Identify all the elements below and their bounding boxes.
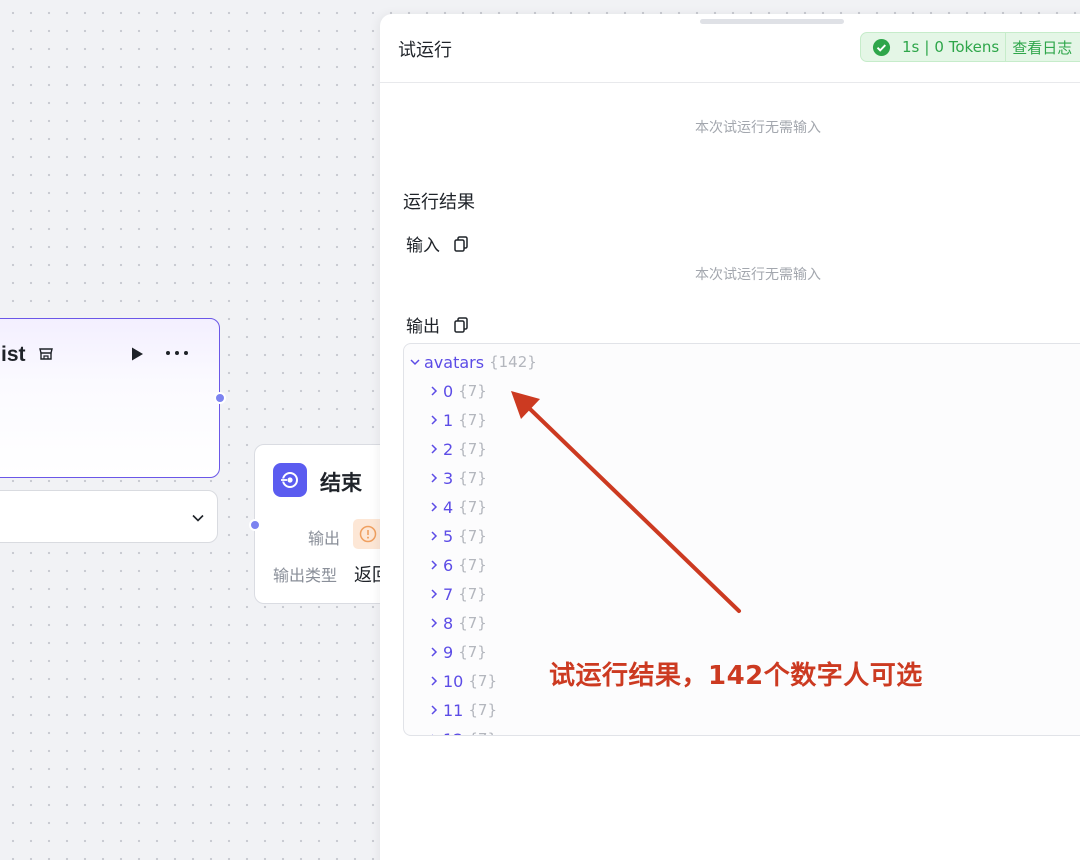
annotation-arrow [511, 391, 741, 613]
annotation-text: 试运行结果，142个数字人可选 [549, 661, 923, 691]
